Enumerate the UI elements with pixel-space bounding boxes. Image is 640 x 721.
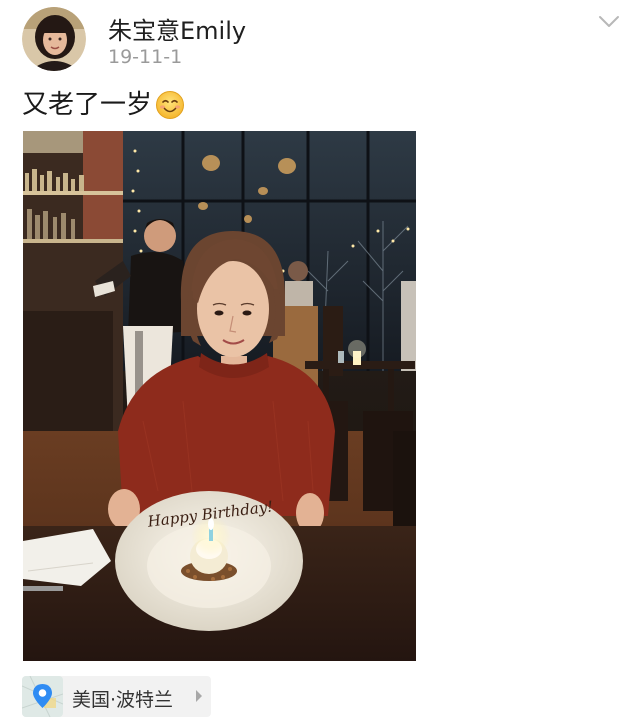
chevron-down-icon xyxy=(599,16,619,27)
avatar[interactable] xyxy=(22,7,86,71)
post-content: 又老了一岁 xyxy=(22,89,185,121)
map-pin-icon xyxy=(22,676,63,717)
location-label: 美国·波特兰 xyxy=(72,689,174,711)
smile-emoji-icon xyxy=(156,91,185,119)
post-photo[interactable]: Happy Birthday! xyxy=(23,131,416,661)
birthday-photo: Happy Birthday! xyxy=(23,131,416,661)
location-tag[interactable]: 美国·波特兰 xyxy=(22,676,211,717)
more-options-button[interactable] xyxy=(592,10,626,34)
chevron-right-icon xyxy=(196,690,202,702)
post-date: 19-11-1 xyxy=(108,46,183,68)
post-text: 又老了一岁 xyxy=(22,90,153,120)
avatar-image xyxy=(22,7,86,71)
username[interactable]: 朱宝意Emily xyxy=(108,11,246,46)
